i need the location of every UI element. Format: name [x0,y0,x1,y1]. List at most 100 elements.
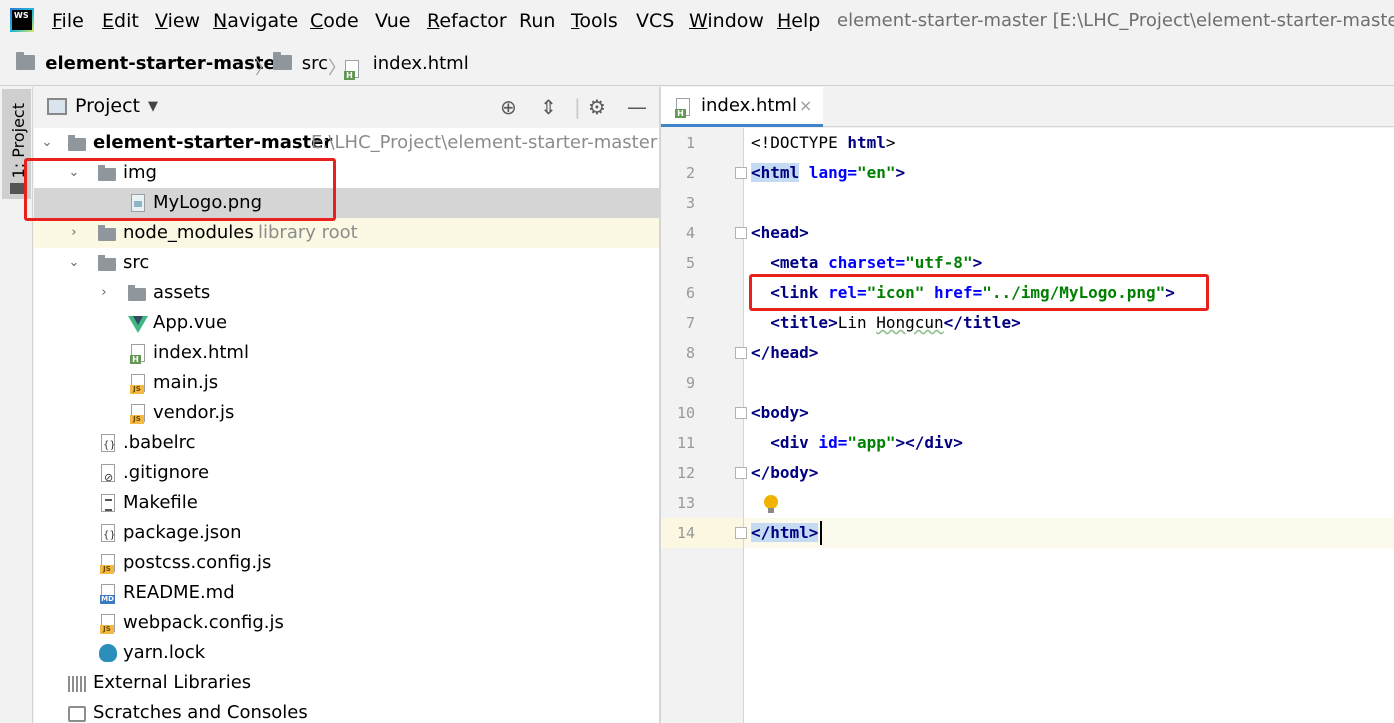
menu-file[interactable]: File [52,10,84,32]
project-view-icon [47,98,67,115]
line-number: 10 [676,404,695,422]
text-file-icon [101,494,115,512]
hide-panel-icon[interactable]: — [627,95,647,119]
collapse-all-icon[interactable]: ⇕ [540,95,557,119]
menu-vcs[interactable]: VCS [636,10,674,32]
tree-item-app-vue[interactable]: App.vue [34,308,659,338]
code-line-14: </html> [751,523,819,542]
folder-icon [10,183,24,194]
code-line-11: <div id="app"></div> [751,433,963,452]
breadcrumb-project[interactable]: element-starter-master [16,52,285,76]
tree-item-readme[interactable]: README.md [34,578,659,608]
line-number: 1 [685,134,695,152]
tree-item-main-js[interactable]: main.js [34,368,659,398]
menu-run[interactable]: Run [519,10,555,32]
tree-item-label: postcss.config.js [123,552,272,573]
breadcrumb-src[interactable]: src [273,52,328,76]
project-tool-tab-label: 1: Project [9,103,28,179]
folder-icon [98,255,116,271]
tree-item-assets[interactable]: › assets [34,278,659,308]
tree-item-node-modules[interactable]: › node_modules library root [34,218,659,248]
project-tool-tab[interactable]: 1: Project [2,89,31,199]
tree-item-scratches[interactable]: Scratches and Consoles [34,698,659,723]
fold-marker-icon[interactable] [735,227,747,239]
tree-item-webpack-config[interactable]: webpack.config.js [34,608,659,638]
tree-item-label: src [123,252,150,273]
menu-tools[interactable]: Tools [571,10,618,32]
fold-marker-icon[interactable] [735,347,747,359]
chevron-right-icon[interactable]: › [66,218,82,248]
tree-item-label: yarn.lock [123,642,206,663]
line-number: 5 [685,254,695,272]
gear-icon[interactable]: ⚙ [588,95,606,119]
tree-item-src[interactable]: ⌄ src [34,248,659,278]
tree-item-label: index.html [153,342,249,363]
code-line-4: <head> [751,223,809,242]
markdown-file-icon [100,584,115,604]
editor-tab-index-html[interactable]: index.html × [661,87,823,127]
code-line-1: <!DOCTYPE html> [751,133,896,152]
tree-item-yarn-lock[interactable]: yarn.lock [34,638,659,668]
menu-refactor[interactable]: Refactor [427,10,507,32]
menu-navigate[interactable]: Navigate [213,10,298,32]
tree-item-path: E:\LHC_Project\element-starter-master [311,132,658,153]
menu-vue[interactable]: Vue [375,10,410,32]
menu-help[interactable]: Help [777,10,820,32]
fold-marker-icon[interactable] [735,467,747,479]
fold-marker-icon[interactable] [735,407,747,419]
chevron-down-icon[interactable]: ⌄ [39,128,55,158]
tree-item-label: .gitignore [123,462,210,483]
tree-item-index-html[interactable]: index.html [34,338,659,368]
chevron-down-icon[interactable]: ⌄ [66,248,82,278]
tree-item-gitignore[interactable]: .gitignore [34,458,659,488]
window-title: element-starter-master [E:\LHC_Project\e… [837,10,1394,31]
project-panel-header: Project ▼ ⊕ ⇕ | ⚙ — [34,87,659,128]
tree-item-label: element-starter-master [93,132,333,153]
tree-item-root[interactable]: ⌄ element-starter-master E:\LHC_Project\… [34,128,659,158]
js-file-icon [100,614,115,634]
ignore-file-icon [101,464,115,483]
editor-tab-bar: index.html × [661,87,1394,127]
webstorm-logo-icon: WS [10,8,34,32]
tree-item-mylogo-png[interactable]: MyLogo.png [34,188,659,218]
line-number: 14 [676,524,695,542]
config-file-icon [101,434,116,452]
tree-item-makefile[interactable]: Makefile [34,488,659,518]
tree-item-label: App.vue [153,312,228,333]
locate-file-icon[interactable]: ⊕ [500,95,517,119]
tree-item-package-json[interactable]: package.json [34,518,659,548]
chevron-down-icon[interactable]: ▼ [148,99,158,114]
menu-view[interactable]: View [155,10,200,32]
libraries-icon [68,676,88,692]
code-line-6: <link rel="icon" href="../img/MyLogo.png… [751,283,1175,302]
chevron-down-icon[interactable]: ⌄ [66,158,82,188]
folder-icon [128,285,146,301]
tree-item-external-libraries[interactable]: External Libraries [34,668,659,698]
breadcrumb-index-html[interactable]: index.html [344,52,469,80]
close-icon[interactable]: × [799,96,812,115]
code-editor[interactable]: 1 2 3 4 5 6 7 8 9 10 11 12 13 14 <!DOCTY… [661,128,1394,723]
js-file-icon [130,404,145,424]
image-file-icon [131,194,145,212]
tree-item-label: assets [153,282,211,303]
tree-item-babelrc[interactable]: .babelrc [34,428,659,458]
tree-item-label: vendor.js [153,402,235,423]
fold-marker-icon[interactable] [735,527,747,539]
text-caret [820,521,822,545]
menu-window[interactable]: Window [689,10,764,32]
fold-marker-icon[interactable] [735,167,747,179]
tree-item-img[interactable]: ⌄ img [34,158,659,188]
tree-item-vendor-js[interactable]: vendor.js [34,398,659,428]
line-number: 12 [676,464,695,482]
folder-icon [16,52,35,70]
line-number: 11 [676,434,695,452]
menu-edit[interactable]: Edit [102,10,139,32]
code-line-7: <title>Lin Hongcun</title> [751,313,1021,332]
tree-item-postcss-config[interactable]: postcss.config.js [34,548,659,578]
project-panel-title[interactable]: Project [75,95,140,117]
lightbulb-icon[interactable] [764,495,778,513]
tree-item-label: main.js [153,372,219,393]
line-number: 6 [685,284,695,302]
chevron-right-icon[interactable]: › [96,278,112,308]
menu-code[interactable]: Code [310,10,359,32]
